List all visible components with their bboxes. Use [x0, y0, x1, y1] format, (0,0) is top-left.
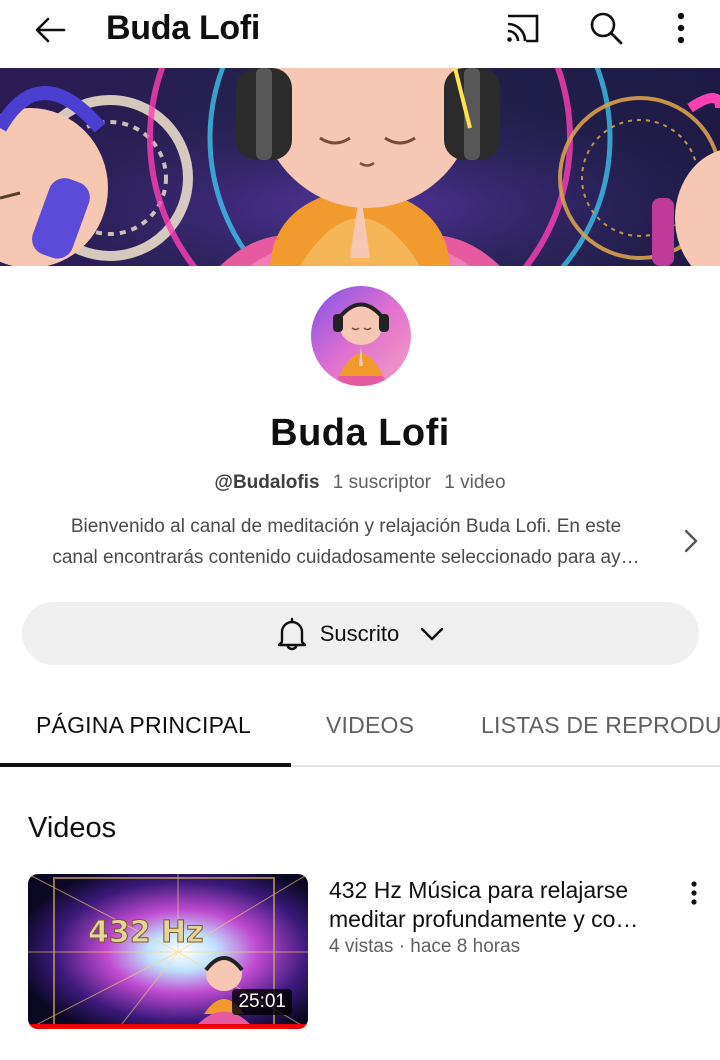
channel-meta: @Budalofis 1 suscriptor 1 video	[0, 470, 720, 496]
channel-avatar[interactable]	[311, 286, 411, 386]
video-title-line-2: meditar profundamente y co…	[329, 906, 639, 932]
chevron-right-icon[interactable]	[676, 524, 706, 558]
channel-banner	[0, 68, 720, 266]
chevron-down-icon	[417, 619, 447, 649]
description-line-2: canal encontrarás contenido cuidadosamen…	[52, 547, 640, 568]
tab-playlists[interactable]: LISTAS DE REPRODUCCIÓN	[481, 712, 720, 739]
video-duration: 25:01	[232, 989, 292, 1015]
subscribed-label: Suscrito	[319, 620, 400, 646]
search-icon[interactable]	[582, 4, 630, 52]
channel-description[interactable]: Bienvenido al canal de meditación y rela…	[20, 511, 672, 573]
back-arrow-icon[interactable]	[28, 8, 72, 52]
video-title[interactable]: 432 Hz Música para relajarse meditar pro…	[329, 876, 669, 934]
tab-home[interactable]: PÁGINA PRINCIPAL	[36, 712, 251, 739]
page-title: Buda Lofi	[106, 9, 261, 47]
video-title-line-1: 432 Hz Música para relajarse	[329, 877, 629, 903]
channel-tabs: PÁGINA PRINCIPAL VIDEOS LISTAS DE REPROD…	[0, 688, 720, 767]
video-thumbnail[interactable]: 432 Hz 25:01	[28, 874, 308, 1029]
bell-icon	[274, 616, 310, 652]
thumbnail-text: 432 Hz	[88, 915, 204, 950]
section-title: Videos	[28, 812, 117, 844]
top-app-bar: Buda Lofi	[0, 0, 720, 68]
subscriber-count: 1 suscriptor	[332, 472, 431, 493]
tab-videos[interactable]: VIDEOS	[326, 712, 414, 739]
video-more-icon[interactable]	[680, 876, 708, 910]
channel-handle[interactable]: @Budalofis	[214, 472, 319, 493]
video-count: 1 video	[444, 472, 506, 493]
subscribed-button[interactable]: Suscrito	[22, 602, 699, 665]
channel-name: Buda Lofi	[270, 412, 450, 454]
more-vert-icon[interactable]	[657, 4, 705, 52]
active-tab-indicator	[0, 763, 291, 767]
cast-icon[interactable]	[498, 4, 546, 52]
description-line-1: Bienvenido al canal de meditación y rela…	[70, 516, 622, 537]
watch-progress-bar	[28, 1024, 308, 1029]
video-meta: 4 vistas · hace 8 horas	[329, 936, 521, 957]
